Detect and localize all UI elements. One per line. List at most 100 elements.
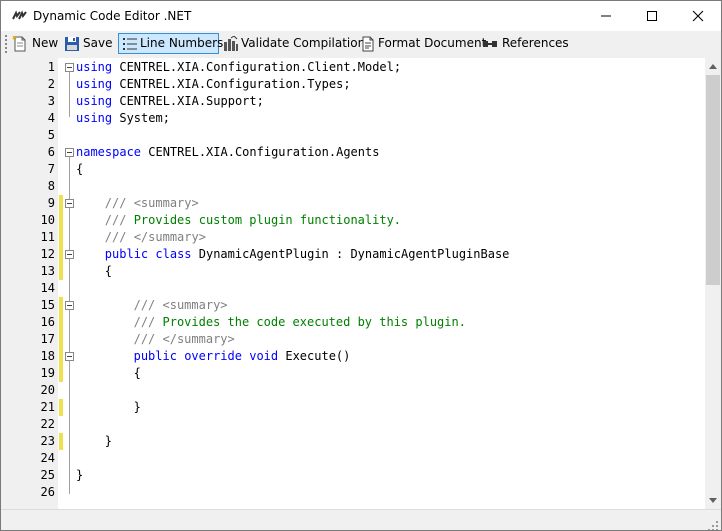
code-line[interactable]: 24	[21, 450, 705, 467]
changed-line-marker	[59, 195, 63, 212]
changed-line-marker	[59, 229, 63, 246]
code-line[interactable]: 15 /// <summary>	[21, 297, 705, 314]
format-document-button[interactable]: Format Document	[360, 33, 486, 54]
code-line[interactable]: 23}	[21, 433, 705, 450]
code-line[interactable]: 14	[21, 280, 705, 297]
keyword-token: void	[249, 349, 279, 363]
code-editor[interactable]: 1 using CENTREL.XIA.Configuration.Client.…	[21, 58, 721, 509]
references-label: References	[502, 36, 569, 50]
code-text: using CENTREL.XIA.Configuration.Types;	[76, 76, 351, 93]
references-button[interactable]: References	[482, 33, 569, 54]
dynamic-code-app-icon	[11, 8, 27, 24]
code-line[interactable]: 25}	[21, 467, 705, 484]
code-token: }	[133, 400, 141, 414]
scroll-up-arrow-icon[interactable]	[709, 64, 717, 69]
new-button[interactable]: New	[12, 33, 58, 54]
line-number: 6	[47, 145, 55, 159]
code-line[interactable]: 8	[21, 178, 705, 195]
code-line[interactable]: 16 /// Provides the code executed by this…	[21, 314, 705, 331]
keyword-token: public	[104, 247, 149, 261]
line-number: 14	[40, 281, 55, 295]
code-line[interactable]: 6 namespace CENTREL.XIA.Configuration.Age…	[21, 144, 705, 161]
changed-line-marker	[59, 297, 63, 314]
close-button[interactable]	[675, 1, 721, 31]
code-text: /// </summary>	[105, 229, 206, 246]
line-numbers-toggle[interactable]: Line Numbers	[118, 33, 223, 54]
save-button[interactable]: Save	[64, 33, 112, 54]
code-line[interactable]: 13 {	[21, 263, 705, 280]
code-line[interactable]: 22	[21, 416, 705, 433]
changed-line-marker	[59, 348, 63, 365]
code-token: CENTREL.XIA.Support;	[112, 94, 264, 108]
vertical-scrollbar[interactable]	[705, 58, 721, 509]
code-line[interactable]: 3 using CENTREL.XIA.Support;	[21, 93, 705, 110]
collapse-region-icon[interactable]	[65, 352, 74, 361]
code-line[interactable]: 9 /// <summary>	[21, 195, 705, 212]
code-line[interactable]: 12 public class DynamicAgentPlugin : Dyna…	[21, 246, 705, 263]
code-line[interactable]: 7{	[21, 161, 705, 178]
code-line[interactable]: 20	[21, 382, 705, 399]
code-line[interactable]: 4 using System;	[21, 110, 705, 127]
code-line[interactable]: 1 using CENTREL.XIA.Configuration.Client.…	[21, 59, 705, 76]
validate-compilation-button[interactable]: Validate Compilation	[223, 33, 365, 54]
line-number: 3	[47, 94, 55, 108]
code-text: /// <summary>	[105, 195, 199, 212]
references-icon	[482, 36, 498, 52]
comment-token: ///	[104, 213, 127, 227]
format-document-label: Format Document	[378, 36, 487, 50]
line-number: 26	[40, 485, 55, 499]
code-text: public class DynamicAgentPlugin : Dynami…	[105, 246, 510, 263]
collapse-region-icon[interactable]	[65, 199, 74, 208]
line-number: 25	[40, 468, 55, 482]
code-text: {	[76, 161, 83, 178]
code-line[interactable]: 17 /// </summary>	[21, 331, 705, 348]
save-label: Save	[83, 36, 113, 50]
collapse-region-icon[interactable]	[65, 301, 74, 310]
floppy-disk-icon	[64, 36, 80, 52]
code-token: {	[133, 366, 141, 380]
line-number: 24	[40, 451, 55, 465]
minimize-button[interactable]	[583, 1, 629, 31]
code-text: using CENTREL.XIA.Support;	[76, 93, 264, 110]
line-number: 2	[47, 77, 55, 91]
code-line[interactable]: 21}	[21, 399, 705, 416]
code-line[interactable]: 26	[21, 484, 705, 501]
line-number: 22	[40, 417, 55, 431]
validate-compilation-label: Validate Compilation	[241, 36, 366, 50]
new-label: New	[32, 36, 59, 50]
title-bar[interactable]: Dynamic Code Editor .NET	[1, 1, 721, 31]
toolbar-grip[interactable]	[4, 35, 8, 53]
keyword-token: using	[76, 111, 113, 125]
status-bar	[1, 509, 721, 530]
scroll-down-arrow-icon[interactable]	[709, 498, 717, 503]
collapse-region-icon[interactable]	[65, 148, 74, 157]
code-token: CENTREL.XIA.Configuration.Agents	[141, 145, 380, 159]
changed-line-marker	[59, 246, 63, 263]
code-text: /// </summary>	[134, 331, 235, 348]
line-number: 19	[40, 366, 55, 380]
changed-line-marker	[59, 365, 63, 382]
code-text: {	[105, 263, 112, 280]
keyword-token: namespace	[76, 145, 142, 159]
changed-line-marker	[59, 263, 63, 280]
code-line[interactable]: 5	[21, 127, 705, 144]
code-token: System;	[112, 111, 170, 125]
code-line[interactable]: 11 /// </summary>	[21, 229, 705, 246]
code-token: DynamicAgentPlugin : DynamicAgentPluginB…	[191, 247, 510, 261]
collapse-region-icon[interactable]	[65, 63, 74, 72]
line-number: 10	[40, 213, 55, 227]
code-line[interactable]: 2 using CENTREL.XIA.Configuration.Types;	[21, 76, 705, 93]
validate-compilation-icon	[223, 35, 239, 52]
scrollbar-thumb[interactable]	[706, 75, 720, 285]
resize-grip-icon[interactable]	[707, 517, 719, 530]
code-text: public override void Execute()	[134, 348, 351, 365]
maximize-button[interactable]	[629, 1, 675, 31]
code-text: namespace CENTREL.XIA.Configuration.Agen…	[76, 144, 379, 161]
comment-token: Provides the code executed by this plugi…	[155, 315, 466, 329]
code-token: }	[76, 468, 84, 482]
code-line[interactable]: 19 {	[21, 365, 705, 382]
code-line[interactable]: 18 public override void Execute()	[21, 348, 705, 365]
code-line[interactable]: 10 /// Provides custom plugin functionali…	[21, 212, 705, 229]
collapse-region-icon[interactable]	[65, 250, 74, 259]
line-number: 7	[47, 162, 55, 176]
